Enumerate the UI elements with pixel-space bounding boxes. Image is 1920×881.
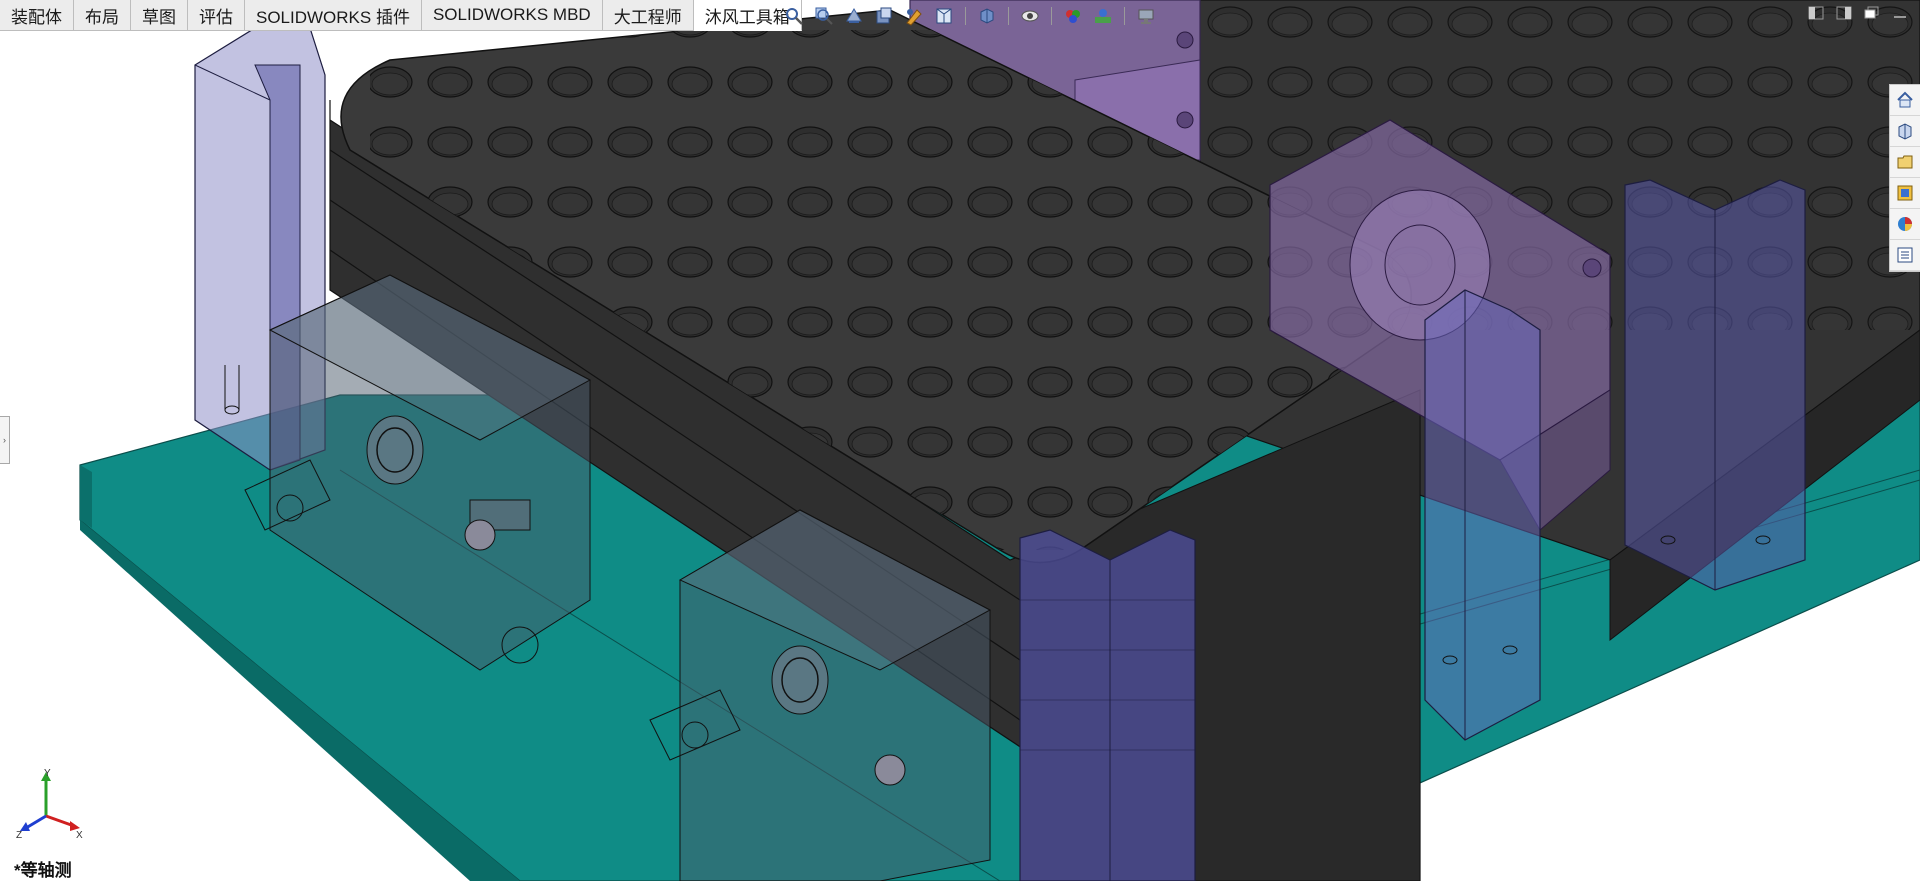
graphics-area[interactable]	[0, 0, 1920, 881]
task-pane-tabs	[1889, 84, 1920, 272]
custom-properties-icon[interactable]	[1890, 240, 1920, 271]
tile-right-icon[interactable]	[1834, 4, 1854, 22]
tile-left-icon[interactable]	[1806, 4, 1826, 22]
minimize-icon[interactable]	[1890, 4, 1910, 22]
toolbar-separator	[1124, 7, 1125, 25]
view-orientation-label: *等轴测	[14, 861, 72, 880]
y-axis-label: Y	[44, 768, 51, 779]
toolbar-separator	[965, 7, 966, 25]
tab-solidworks-mbd[interactable]: SOLIDWORKS MBD	[421, 0, 603, 30]
previous-view-icon[interactable]	[842, 4, 866, 28]
x-axis	[45, 814, 75, 828]
feature-manager-collapse-handle[interactable]: ›	[0, 416, 10, 464]
tab-sketch[interactable]: 草图	[131, 0, 188, 30]
z-axis	[25, 814, 47, 830]
edit-appearance-icon[interactable]	[1061, 4, 1085, 28]
right-guide-post-a	[1424, 289, 1541, 741]
zoom-to-fit-icon[interactable]	[782, 4, 806, 28]
section-view-icon[interactable]	[872, 4, 896, 28]
tab-assembly[interactable]: 装配体	[0, 0, 74, 30]
command-manager-tabs: 装配体 布局 草图 评估 SOLIDWORKS 插件 SOLIDWORKS MB…	[0, 0, 802, 31]
dynamic-annotation-icon[interactable]	[902, 4, 926, 28]
view-settings-icon[interactable]	[1134, 4, 1158, 28]
tab-evaluate[interactable]: 评估	[188, 0, 245, 30]
home-icon[interactable]	[1890, 85, 1920, 116]
chevron-right-icon: ›	[3, 435, 6, 445]
file-explorer-icon[interactable]	[1890, 147, 1920, 178]
reference-triad: Y X Z	[16, 768, 83, 838]
apply-scene-icon[interactable]	[1091, 4, 1115, 28]
front-corner-post	[1019, 529, 1196, 881]
window-controls	[1806, 4, 1910, 22]
hide-show-items-icon[interactable]	[1018, 4, 1042, 28]
toolbar-separator	[1008, 7, 1009, 25]
tab-solidworks-addins[interactable]: SOLIDWORKS 插件	[245, 0, 422, 30]
appearances-icon[interactable]	[1890, 209, 1920, 240]
view-palette-icon[interactable]	[1890, 178, 1920, 209]
x-axis-label: X	[76, 830, 83, 838]
toolbar-separator	[1051, 7, 1052, 25]
design-library-icon[interactable]	[1890, 116, 1920, 147]
z-axis-label: Z	[16, 830, 22, 838]
heads-up-view-toolbar	[782, 2, 1158, 30]
zoom-to-area-icon[interactable]	[812, 4, 836, 28]
tab-layout[interactable]: 布局	[74, 0, 131, 30]
right-guide-post-b	[1624, 179, 1806, 591]
tab-big-engineer[interactable]: 大工程师	[602, 0, 694, 30]
restore-icon[interactable]	[1862, 4, 1882, 22]
view-orientation-icon[interactable]	[932, 4, 956, 28]
display-style-icon[interactable]	[975, 4, 999, 28]
